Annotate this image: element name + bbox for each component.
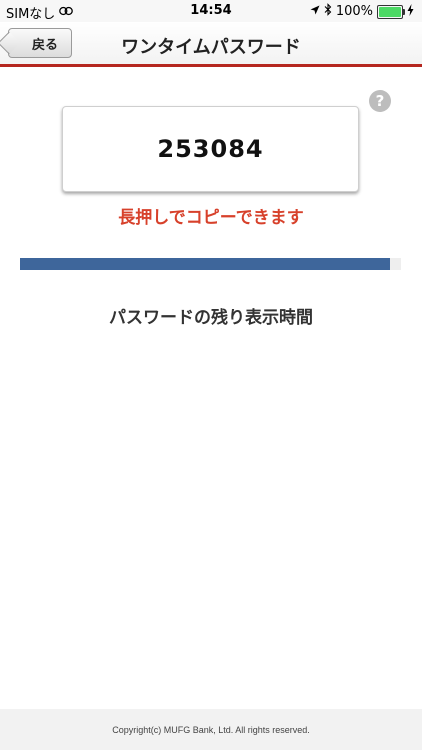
charging-icon (407, 3, 414, 20)
help-icon[interactable]: ? (369, 90, 391, 112)
copy-hint: 長押しでコピーできます (118, 208, 304, 228)
otp-display[interactable]: 253084 (62, 106, 359, 192)
copyright-text: Copyright(c) MUFG Bank, Ltd. All rights … (112, 724, 310, 735)
battery-icon (377, 4, 405, 19)
otp-value: 253084 (157, 135, 264, 163)
nav-divider (0, 64, 422, 67)
status-bar: SIMなし 14:54 100% (0, 0, 422, 22)
remaining-time-label: パスワードの残り表示時間 (109, 308, 313, 328)
bluetooth-icon (324, 3, 332, 20)
page-title: ワンタイムパスワード (121, 37, 301, 58)
footer: Copyright(c) MUFG Bank, Ltd. All rights … (0, 709, 422, 750)
navigation-bar: 戻る ワンタイムパスワード (0, 22, 422, 66)
remaining-time-fill (20, 258, 390, 270)
status-right: 100% (310, 3, 414, 20)
remaining-time-bar (20, 258, 401, 270)
location-icon (310, 4, 320, 19)
battery-percent: 100% (335, 4, 373, 19)
